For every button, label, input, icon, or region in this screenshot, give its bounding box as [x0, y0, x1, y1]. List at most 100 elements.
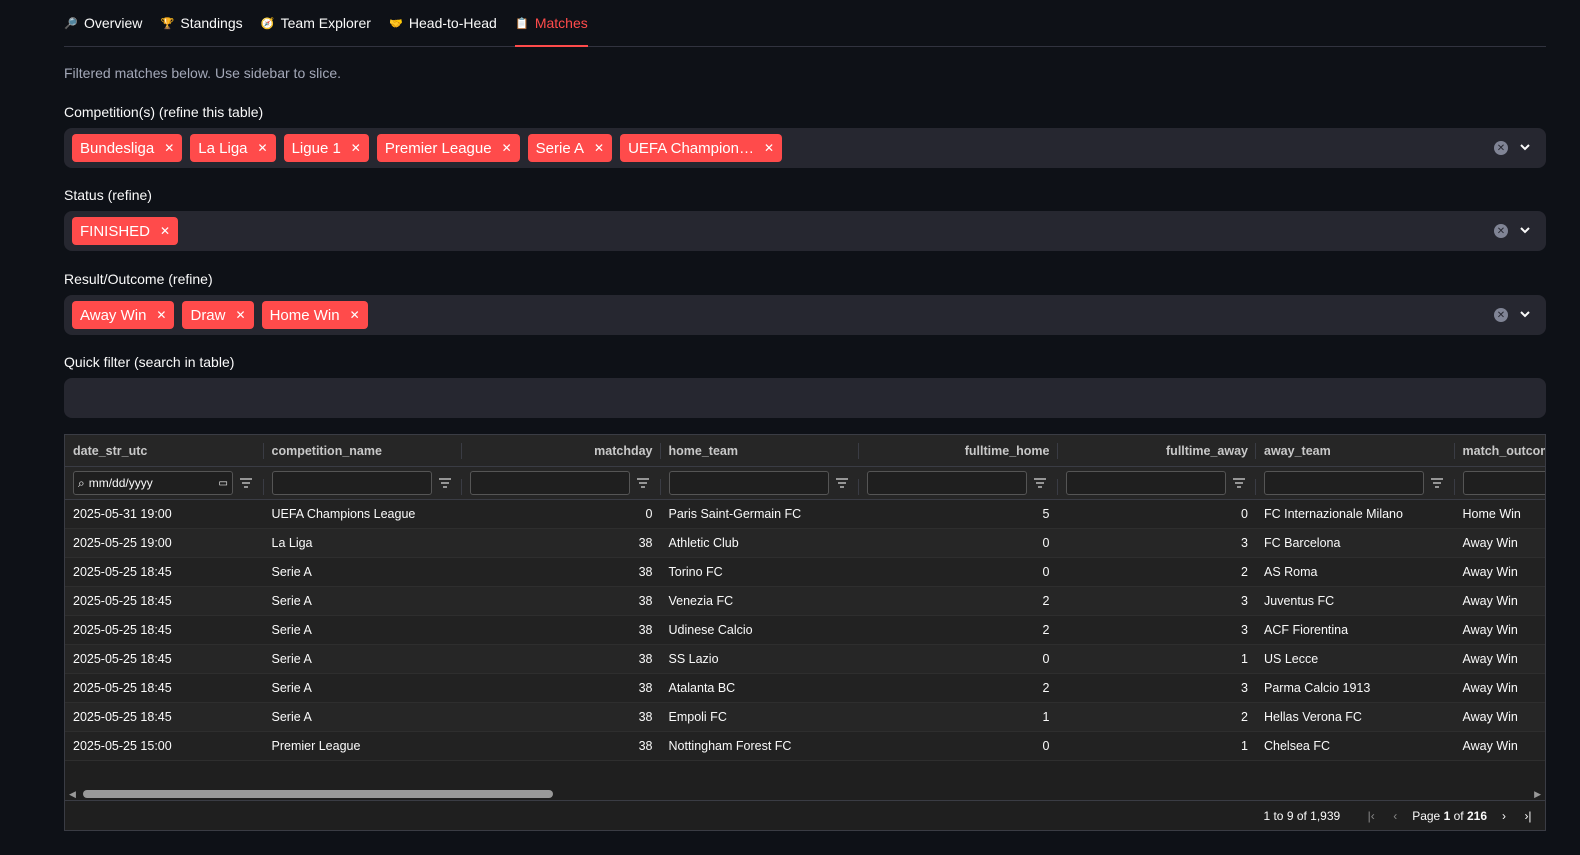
table-cell: Premier League: [271, 739, 361, 753]
chip-finished: FINISHED ✕: [72, 217, 179, 245]
remove-chip-icon[interactable]: ✕: [502, 141, 512, 155]
column-header[interactable]: match_outcom: [1455, 435, 1546, 466]
filter-icon[interactable]: [438, 475, 452, 491]
competition-label: Competition(s) (refine this table): [64, 104, 264, 120]
table-row[interactable]: 2025-05-25 15:00 Premier League 38 Nottingh…: [65, 732, 1545, 761]
table-row[interactable]: 2025-05-25 18:45 Serie A 38 SS Lazio 0 1 US Le…: [65, 645, 1545, 674]
filter-icon[interactable]: [636, 475, 650, 491]
table-cell: 2: [1241, 565, 1248, 579]
matches-grid: date_str_utc competition_name matchday h…: [64, 434, 1546, 831]
remove-chip-icon[interactable]: ✕: [351, 141, 361, 155]
table-row[interactable]: 2025-05-25 18:45 Serie A 38 Venezia FC 2 3 Juv…: [65, 587, 1545, 616]
column-filter-input[interactable]: [867, 471, 1027, 495]
remove-chip-icon[interactable]: ✕: [164, 141, 174, 155]
table-cell: Venezia FC: [668, 594, 734, 608]
tab-team-explorer[interactable]: 🧭 Team Explorer: [261, 0, 371, 46]
table-cell: 1: [1241, 652, 1248, 666]
table-row[interactable]: 2025-05-31 19:00 UEFA Champions League 0 Pa…: [65, 500, 1545, 529]
remove-chip-icon[interactable]: ✕: [258, 141, 268, 155]
tab-overview[interactable]: 🔎 Overview: [64, 0, 142, 46]
table-cell: 0: [1241, 507, 1248, 521]
column-filter-input[interactable]: [470, 471, 630, 495]
column-filter-input[interactable]: [1264, 471, 1424, 495]
chip-premier-league: Premier League ✕: [376, 134, 520, 162]
clear-all-icon[interactable]: ✕: [1494, 141, 1508, 155]
table-row[interactable]: 2025-05-25 19:00 La Liga 38 Athletic Club 0 3…: [65, 529, 1545, 558]
table-cell: 3: [1241, 623, 1248, 637]
chevron-down-icon[interactable]: [1518, 307, 1532, 321]
tab-standings[interactable]: 🏆 Standings: [160, 0, 243, 46]
column-header[interactable]: competition_name: [264, 435, 463, 466]
table-cell: Away Win: [1462, 739, 1518, 753]
compass-icon: 🧭: [260, 17, 275, 30]
table-cell: Serie A: [271, 565, 312, 579]
table-cell: Away Win: [1462, 710, 1518, 724]
chevron-down-icon[interactable]: [1518, 140, 1532, 154]
table-row[interactable]: 2025-05-25 18:45 Serie A 38 Atalanta BC 2 3 Pa…: [65, 674, 1545, 703]
chip-home-win: Home Win ✕: [261, 301, 368, 329]
scroll-thumb[interactable]: [83, 790, 553, 798]
tab-label: Standings: [180, 15, 243, 31]
table-row[interactable]: 2025-05-25 18:45 Serie A 38 Udinese Calcio 2…: [65, 616, 1545, 645]
table-cell: 2: [1042, 594, 1050, 608]
filter-icon[interactable]: [239, 475, 253, 491]
date-filter-input[interactable]: ⌕ mm/dd/yyyy ▭: [73, 471, 233, 495]
status-multiselect[interactable]: FINISHED ✕ ✕: [64, 211, 1546, 251]
column-header[interactable]: fulltime_away: [1058, 435, 1257, 466]
horizontal-scrollbar[interactable]: ◀ ▶: [65, 786, 1545, 800]
column-filter: [661, 471, 860, 495]
prev-page-icon[interactable]: ‹: [1388, 809, 1402, 823]
remove-chip-icon[interactable]: ✕: [594, 141, 604, 155]
scroll-left-icon[interactable]: ◀: [69, 789, 76, 800]
chip-label: Draw: [190, 306, 226, 324]
table-cell: 2025-05-31 19:00: [73, 507, 172, 521]
filter-row: ⌕ mm/dd/yyyy ▭: [65, 467, 1545, 500]
tab-head-to-head[interactable]: 🤝 Head-to-Head: [389, 0, 497, 46]
remove-chip-icon[interactable]: ✕: [156, 308, 166, 322]
competition-multiselect[interactable]: Bundesliga ✕ La Liga ✕ Ligue 1 ✕ Premier Le…: [64, 128, 1546, 168]
filter-icon[interactable]: [1430, 475, 1444, 491]
quick-filter-input[interactable]: [64, 378, 1546, 418]
table-row[interactable]: 2025-05-25 18:45 Serie A 38 Empoli FC 1 2 Hell…: [65, 703, 1545, 732]
column-filter-input[interactable]: [1462, 471, 1545, 495]
calendar-icon[interactable]: ▭: [219, 478, 228, 489]
first-page-icon[interactable]: |‹: [1364, 809, 1378, 823]
status-label: Status (refine): [64, 187, 152, 203]
chip-serie-a: Serie A ✕: [527, 134, 613, 162]
chevron-down-icon[interactable]: [1518, 223, 1532, 237]
filter-icon[interactable]: [1033, 475, 1047, 491]
remove-chip-icon[interactable]: ✕: [764, 141, 774, 155]
scroll-right-icon[interactable]: ▶: [1534, 789, 1541, 800]
remove-chip-icon[interactable]: ✕: [236, 308, 246, 322]
column-header[interactable]: home_team: [661, 435, 860, 466]
column-header[interactable]: fulltime_home: [859, 435, 1058, 466]
remove-chip-icon[interactable]: ✕: [160, 224, 170, 238]
grid-header: date_str_utc competition_name matchday h…: [65, 435, 1545, 467]
column-filter-input[interactable]: [668, 471, 829, 495]
quick-filter-label: Quick filter (search in table): [64, 354, 235, 370]
table-cell: Away Win: [1462, 594, 1518, 608]
clear-all-icon[interactable]: ✕: [1494, 224, 1508, 238]
chip-uefa-champions: UEFA Champion… ✕: [620, 134, 783, 162]
table-cell: Serie A: [271, 710, 312, 724]
tab-matches[interactable]: 📋 Matches: [514, 0, 588, 47]
column-header[interactable]: away_team: [1256, 435, 1455, 466]
next-page-icon[interactable]: ›: [1497, 809, 1511, 823]
column-filter-input[interactable]: [1065, 471, 1226, 495]
column-header[interactable]: matchday: [462, 435, 661, 466]
table-cell: 2: [1241, 710, 1248, 724]
table-cell: 38: [638, 623, 653, 637]
column-filter-input[interactable]: [271, 471, 432, 495]
clear-all-icon[interactable]: ✕: [1494, 308, 1508, 322]
filter-icon[interactable]: [1232, 475, 1246, 491]
filter-icon[interactable]: [835, 475, 849, 491]
column-header[interactable]: date_str_utc: [65, 435, 264, 466]
tab-label: Team Explorer: [280, 15, 371, 31]
outcome-multiselect[interactable]: Away Win ✕ Draw ✕ Home Win ✕ ✕: [64, 295, 1546, 335]
table-cell: Away Win: [1462, 623, 1518, 637]
table-row[interactable]: 2025-05-25 18:45 Serie A 38 Torino FC 0 2 AS R…: [65, 558, 1545, 587]
table-cell: 2025-05-25 18:45: [73, 623, 172, 637]
table-cell: Away Win: [1462, 536, 1518, 550]
remove-chip-icon[interactable]: ✕: [350, 308, 360, 322]
last-page-icon[interactable]: ›|: [1521, 809, 1535, 823]
